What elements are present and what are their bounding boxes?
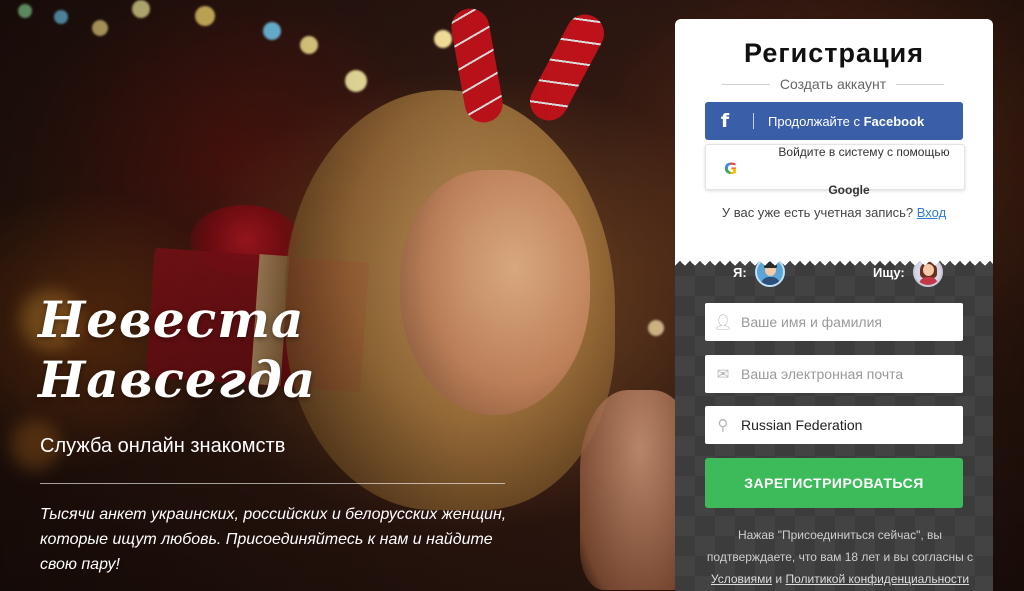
email-input[interactable]: [741, 355, 963, 393]
brand-title: Невеста Навсегда: [38, 290, 316, 410]
terms-notice: Нажав "Присоединиться сейчас", вы подтве…: [695, 524, 985, 590]
envelope-icon: ✉︎: [716, 365, 730, 383]
avatar-body: [760, 277, 780, 285]
hero-divider: [40, 483, 505, 484]
divider-line: [722, 83, 770, 85]
location-pin-icon: ⚲︎: [717, 416, 729, 434]
registration-title: Регистрация: [744, 38, 924, 68]
facebook-login-label: Продолжайте с Facebook: [768, 114, 924, 129]
terms-and-text: и: [772, 572, 786, 586]
facebook-icon: f: [720, 110, 730, 132]
google-login-button[interactable]: G Войдите в систему с помощью Google: [705, 144, 965, 197]
registration-subtitle-row: Создать аккаунт: [722, 75, 944, 93]
brand-title-line2: Навсегда: [38, 350, 317, 409]
email-field[interactable]: ✉︎: [705, 355, 963, 393]
seeking-gender-label: Ищу:: [873, 264, 905, 280]
terms-link[interactable]: Условиями: [711, 572, 772, 586]
google-icon: G: [724, 159, 738, 178]
facebook-label-prefix: Продолжайте с: [768, 113, 864, 129]
terms-text: Нажав "Присоединиться сейчас", вы подтве…: [706, 528, 974, 564]
user-icon: 👤︎: [713, 313, 733, 331]
zigzag-divider: [675, 256, 993, 266]
register-button[interactable]: ЗАРЕГИСТРИРОВАТЬСЯ: [705, 458, 963, 508]
name-input[interactable]: [741, 303, 963, 341]
button-separator: [753, 113, 754, 129]
have-account-row: У вас уже есть учетная запись? Вход: [675, 205, 993, 220]
brand-title-line1: Невеста: [38, 290, 305, 349]
avatar-body: [918, 277, 938, 285]
privacy-link[interactable]: Политикой конфиденциальности: [785, 572, 969, 586]
registration-panel: Регистрация Создать аккаунт f Продолжайт…: [675, 19, 993, 591]
divider-line: [896, 83, 944, 85]
brand-subtitle: Служба онлайн знакомств: [40, 435, 286, 457]
facebook-label-brand: Facebook: [863, 113, 925, 129]
my-gender-label: Я:: [733, 264, 747, 280]
country-field[interactable]: ⚲︎ Russian Federation: [705, 406, 963, 444]
name-field[interactable]: 👤︎: [705, 303, 963, 341]
registration-subtitle: Создать аккаунт: [779, 76, 887, 92]
hero-description: Тысячи анкет украинских, российских и бе…: [40, 506, 507, 573]
login-link[interactable]: Вход: [917, 205, 946, 220]
google-login-brand: Google: [828, 183, 870, 197]
have-account-text: У вас уже есть учетная запись?: [721, 205, 917, 220]
country-value[interactable]: Russian Federation: [741, 417, 862, 433]
facebook-login-button[interactable]: f Продолжайте с Facebook: [705, 102, 963, 140]
google-login-label: Войдите в систему с помощью: [778, 145, 950, 159]
